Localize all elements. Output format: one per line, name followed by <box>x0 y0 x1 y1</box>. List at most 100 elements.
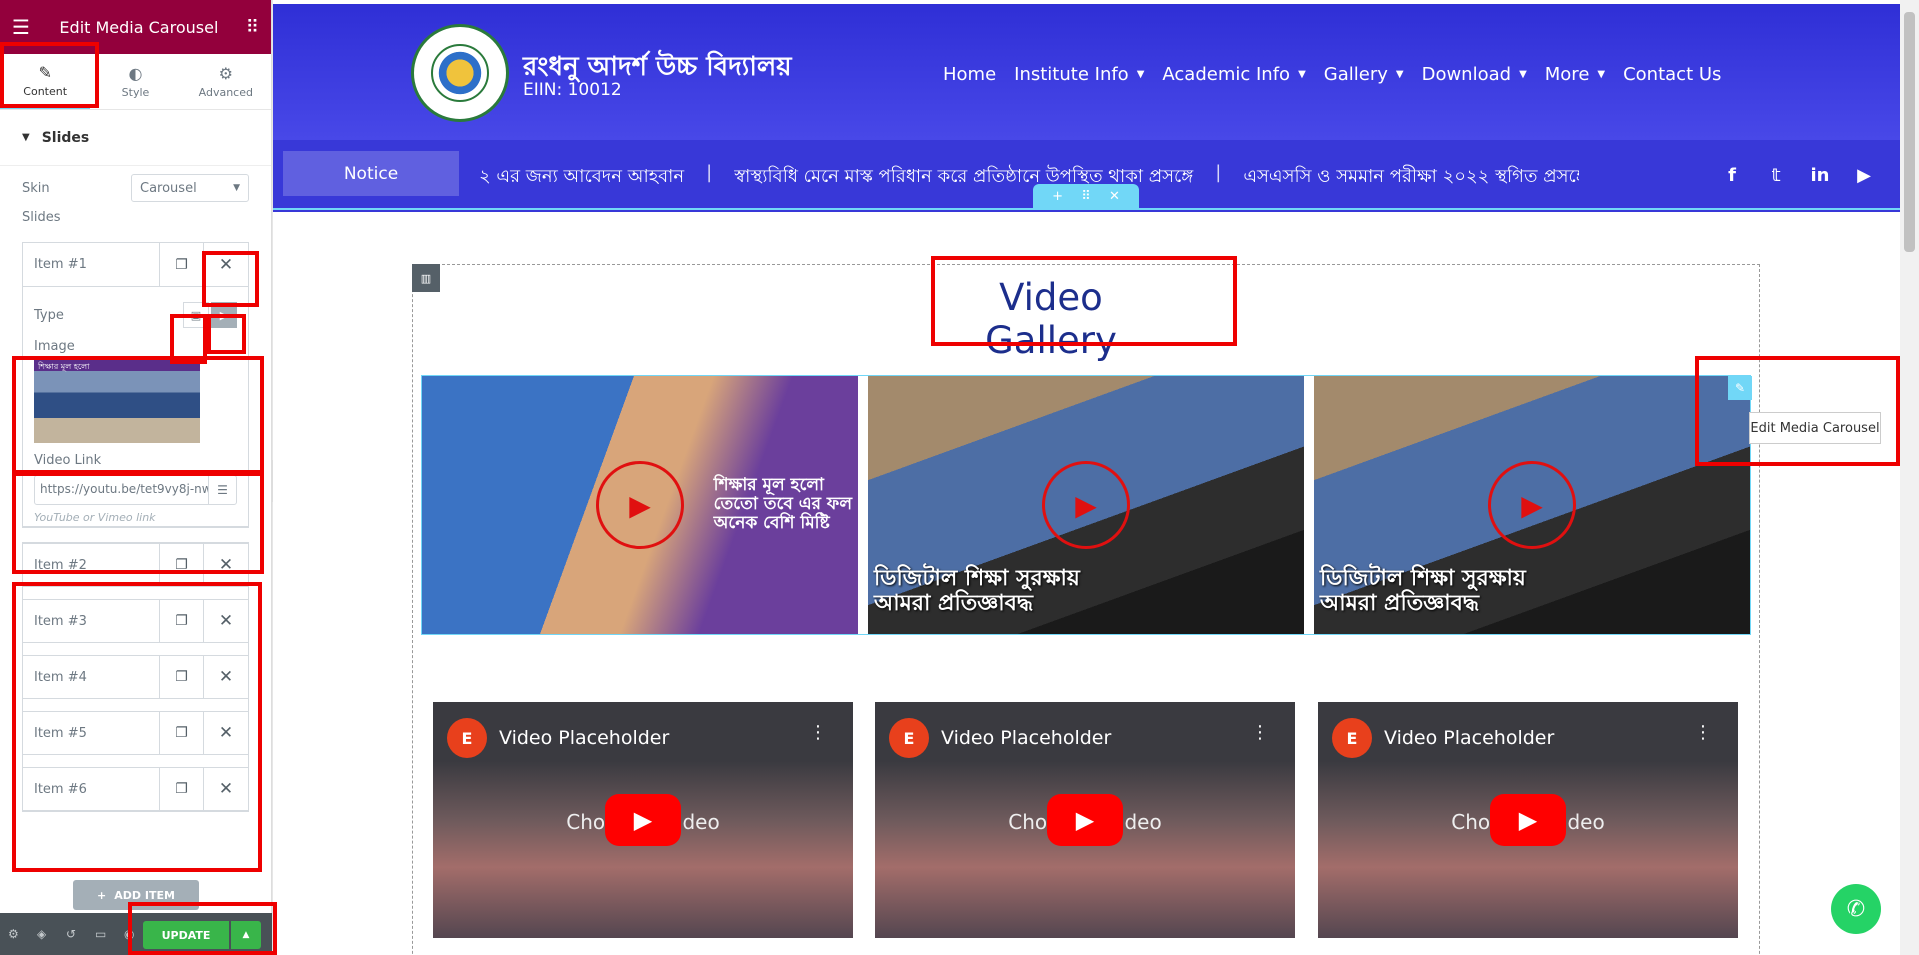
drag-section-icon[interactable]: ⠿ <box>1081 189 1091 204</box>
column-handle-icon[interactable]: ▥ <box>412 264 440 292</box>
play-icon[interactable]: ▶ <box>1488 461 1576 549</box>
item-1-body: Type ▣ ▶ Image শিক্ষার মূল হলো Video Lin… <box>23 287 248 527</box>
skin-select[interactable]: Carousel ▼ <box>131 174 249 202</box>
item-title[interactable]: Item #6 <box>23 768 160 810</box>
dynamic-tags-icon[interactable]: ☰ <box>208 476 236 504</box>
image-type-icon[interactable]: ▣ <box>183 302 209 328</box>
gallery-title[interactable]: Video Gallery <box>935 276 1167 362</box>
youtube-icon[interactable]: ▶ <box>1851 162 1877 188</box>
add-section-icon[interactable]: + <box>1052 189 1063 204</box>
school-logo[interactable] <box>411 24 509 122</box>
carousel-slide[interactable]: শিক্ষার মূল হলো তেতো তবে এর ফল অনেক বেশি… <box>422 376 858 634</box>
carousel-slide[interactable]: ডিজিটাল শিক্ষা সুরক্ষায় আমরা প্রতিজ্ঞাব… <box>1314 376 1750 634</box>
nav-home[interactable]: Home <box>943 64 996 85</box>
image-thumbnail[interactable]: শিক্ষার মূল হলো <box>34 359 200 443</box>
play-icon[interactable]: ▶ <box>1042 461 1130 549</box>
repeater-item-4[interactable]: Item #4 ❐ ✕ <box>23 655 248 699</box>
nav-institute-info[interactable]: Institute Info ▼ <box>1014 64 1144 85</box>
widgets-grid-icon[interactable]: ⠿ <box>246 17 259 38</box>
skin-value: Carousel <box>140 180 197 196</box>
duplicate-icon[interactable]: ❐ <box>160 544 204 586</box>
tab-advanced-label: Advanced <box>198 86 253 99</box>
navigator-icon[interactable]: ◈ <box>37 927 66 941</box>
add-item-button[interactable]: + ADD ITEM <box>73 880 199 910</box>
repeater-item-5[interactable]: Item #5 ❐ ✕ <box>23 711 248 755</box>
duplicate-icon[interactable]: ❐ <box>160 768 204 810</box>
youtube-play-icon[interactable]: ▶ <box>1490 794 1566 846</box>
video-link-label: Video Link <box>34 453 102 468</box>
nav-academic-info[interactable]: Academic Info ▼ <box>1162 64 1305 85</box>
video-link-value[interactable]: https://youtu.be/tet9vy8j-nw <box>35 476 208 504</box>
video-type-icon[interactable]: ▶ <box>211 302 237 328</box>
edit-widget-icon[interactable]: ✎ <box>1728 376 1752 400</box>
nav-contact-us[interactable]: Contact Us <box>1623 64 1721 85</box>
update-button[interactable]: UPDATE <box>143 921 229 949</box>
ticker-item[interactable]: ২ এর জন্য আবেদন আহবান <box>479 162 684 193</box>
panel-header: ☰ Edit Media Carousel ⠿ <box>0 0 271 54</box>
video-link-field[interactable]: https://youtu.be/tet9vy8j-nw ☰ <box>34 475 237 505</box>
nav-download[interactable]: Download ▼ <box>1422 64 1527 85</box>
whatsapp-icon[interactable]: ✆ <box>1831 884 1881 934</box>
hamburger-menu-icon[interactable]: ☰ <box>12 15 32 39</box>
play-icon[interactable]: ▶ <box>596 461 684 549</box>
close-icon[interactable]: ✕ <box>204 656 248 698</box>
responsive-mode-icon[interactable]: ▭ <box>95 927 124 941</box>
tab-content[interactable]: ✎ Content <box>0 54 91 109</box>
ticker-item[interactable]: এসএসসি ও সমমান পরীক্ষা ২০২২ স্থগিত প্রসঙ… <box>1243 162 1579 193</box>
twitter-icon[interactable]: 𝕥 <box>1763 162 1789 188</box>
nav-more[interactable]: More ▼ <box>1545 64 1605 85</box>
close-icon[interactable]: ✕ <box>204 712 248 754</box>
youtube-play-icon[interactable]: ▶ <box>1047 794 1123 846</box>
close-icon[interactable]: ✕ <box>204 544 248 586</box>
item-title[interactable]: Item #4 <box>23 656 160 698</box>
panel-footer: ⚙ ◈ ↺ ▭ ◉ UPDATE ▲ <box>0 913 272 955</box>
settings-icon[interactable]: ⚙ <box>8 927 37 941</box>
close-icon[interactable]: ✕ <box>204 600 248 642</box>
video-placeholder[interactable]: E Video Placeholder ⋮ Choose a video ▶ <box>875 702 1295 938</box>
elementor-logo-icon: E <box>447 718 487 758</box>
duplicate-icon[interactable]: ❐ <box>160 243 204 286</box>
image-label: Image <box>34 339 75 354</box>
repeater-item-1[interactable]: Item #1 ❐ ✕ <box>23 243 248 287</box>
edit-tooltip: Edit Media Carousel <box>1749 412 1881 444</box>
tab-advanced[interactable]: ⚙ Advanced <box>181 54 271 109</box>
page-scrollbar[interactable] <box>1900 0 1919 955</box>
video-link-hint: YouTube or Vimeo link <box>34 511 156 524</box>
slides-repeater: Item #1 ❐ ✕ Type ▣ ▶ Image শিক্ষার মূল হ… <box>22 242 249 528</box>
scrollbar-thumb[interactable] <box>1904 12 1915 252</box>
carousel-slide[interactable]: ডিজিটাল শিক্ষা সুরক্ষায় আমরা প্রতিজ্ঞাব… <box>868 376 1304 634</box>
more-vertical-icon[interactable]: ⋮ <box>1251 722 1269 743</box>
repeater-item-6[interactable]: Item #6 ❐ ✕ <box>23 767 248 811</box>
linkedin-icon[interactable]: in <box>1807 162 1833 188</box>
repeater-item-3[interactable]: Item #3 ❐ ✕ <box>23 599 248 643</box>
duplicate-icon[interactable]: ❐ <box>160 712 204 754</box>
video-placeholder[interactable]: E Video Placeholder ⋮ Choose a video ▶ <box>1318 702 1738 938</box>
facebook-icon[interactable]: f <box>1719 162 1745 188</box>
pencil-icon: ✎ <box>38 63 52 82</box>
repeater-item-2[interactable]: Item #2 ❐ ✕ <box>23 543 248 587</box>
slides-section-toggle[interactable]: ▼ Slides <box>0 110 271 166</box>
close-icon[interactable]: ✕ <box>204 768 248 810</box>
close-icon[interactable]: ✕ <box>204 243 248 286</box>
item-title[interactable]: Item #1 <box>23 243 160 286</box>
tab-style-label: Style <box>121 86 150 99</box>
item-title[interactable]: Item #2 <box>23 544 160 586</box>
section-handle[interactable]: + ⠿ ✕ <box>1033 184 1139 208</box>
item-title[interactable]: Item #5 <box>23 712 160 754</box>
plus-icon: + <box>97 888 107 902</box>
video-placeholder[interactable]: E Video Placeholder ⋮ Choose a video ▶ <box>433 702 853 938</box>
more-vertical-icon[interactable]: ⋮ <box>809 722 827 743</box>
more-vertical-icon[interactable]: ⋮ <box>1694 722 1712 743</box>
media-carousel[interactable]: শিক্ষার মূল হলো তেতো তবে এর ফল অনেক বেশি… <box>421 375 1751 635</box>
item-title[interactable]: Item #3 <box>23 600 160 642</box>
notice-ticker: ২ এর জন্য আবেদন আহবান | স্বাস্থ্যবিধি মে… <box>479 162 1579 193</box>
duplicate-icon[interactable]: ❐ <box>160 600 204 642</box>
chevron-down-icon: ▼ <box>233 183 240 193</box>
nav-gallery[interactable]: Gallery ▼ <box>1324 64 1404 85</box>
update-options-icon[interactable]: ▲ <box>231 921 261 949</box>
history-icon[interactable]: ↺ <box>66 927 95 941</box>
delete-section-icon[interactable]: ✕ <box>1109 189 1120 204</box>
duplicate-icon[interactable]: ❐ <box>160 656 204 698</box>
tab-style[interactable]: ◐ Style <box>90 54 180 109</box>
youtube-play-icon[interactable]: ▶ <box>605 794 681 846</box>
